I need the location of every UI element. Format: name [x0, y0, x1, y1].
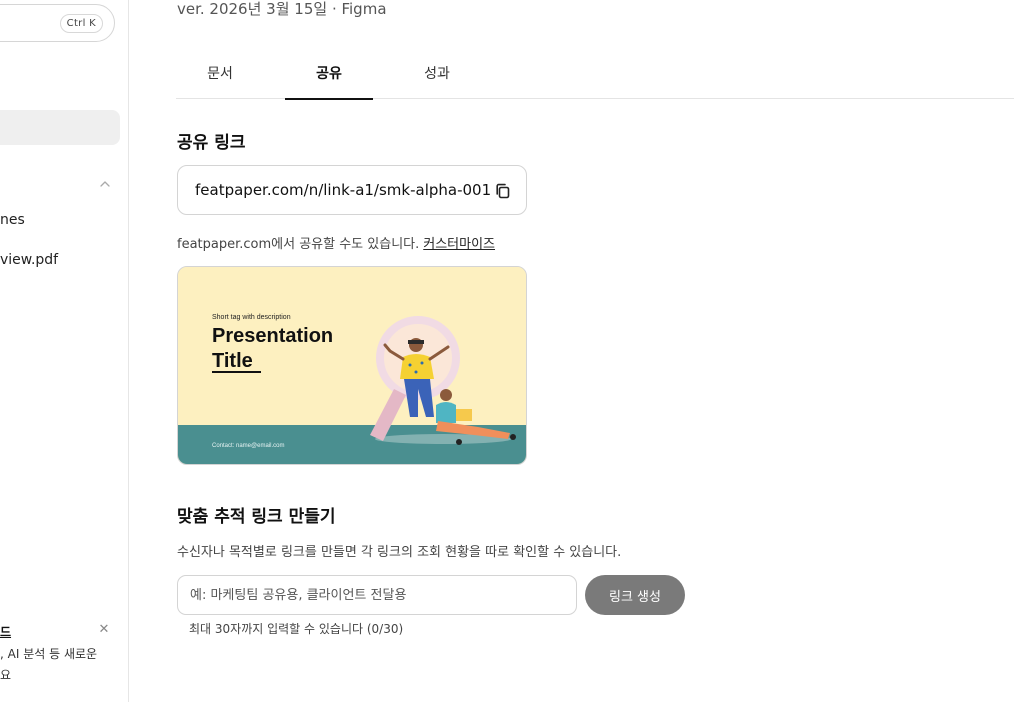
main-content: ver. 2026년 3월 15일 · Figma 문서 공유 성과 공유 링크… [129, 0, 1014, 702]
preview-contact: Contact: name@email.com [212, 443, 284, 449]
promo-body: , AI 분석 등 새로운 요 [0, 644, 126, 686]
promo-line: 요 [0, 668, 12, 682]
preview-tag: Short tag with description [212, 314, 291, 321]
preview-thumbnail: Short tag with description Presentation … [178, 267, 526, 464]
tab-bar: 문서 공유 성과 [176, 50, 1014, 100]
chevron-up-icon[interactable] [99, 178, 111, 190]
customize-link[interactable]: 커스터마이즈 [423, 237, 495, 252]
sidebar-item-active[interactable] [0, 110, 120, 145]
share-helper-text: featpaper.com에서 공유할 수도 있습니다. 커스터마이즈 [177, 233, 495, 252]
document-preview-card[interactable]: Short tag with description Presentation … [177, 266, 527, 465]
promo-line: , AI 분석 등 새로운 [0, 647, 98, 661]
close-icon[interactable]: ✕ [98, 623, 110, 636]
share-helper-label: featpaper.com에서 공유할 수도 있습니다. [177, 237, 420, 252]
tracking-name-input[interactable] [177, 575, 577, 615]
tracking-link-heading: 맞춤 추적 링크 만들기 [177, 507, 336, 527]
tab-document[interactable]: 문서 [176, 50, 264, 99]
share-link-heading: 공유 링크 [177, 133, 246, 153]
version-label: ver. 2026년 3월 15일 · Figma [177, 0, 387, 18]
search-input[interactable]: Ctrl K [0, 4, 115, 42]
input-character-hint: 최대 30자까지 입력할 수 있습니다 (0/30) [189, 622, 404, 636]
promo-title[interactable]: 드 [0, 623, 11, 640]
sidebar-file-item[interactable]: nes [0, 212, 25, 228]
preview-title-line2: Title [212, 350, 253, 372]
share-link-url[interactable]: featpaper.com/n/link-a1/smk-alpha-001 [195, 181, 491, 199]
tab-share[interactable]: 공유 [285, 50, 373, 100]
share-link-field[interactable]: featpaper.com/n/link-a1/smk-alpha-001 [177, 165, 527, 215]
create-link-button[interactable]: 링크 생성 [585, 575, 685, 615]
sidebar-file-item[interactable]: view.pdf [0, 252, 58, 268]
search-shortcut-badge: Ctrl K [59, 14, 103, 33]
tab-performance[interactable]: 성과 [393, 50, 481, 99]
preview-title-line1: Presentation [212, 325, 333, 347]
tracking-description: 수신자나 목적별로 링크를 만들면 각 링크의 조회 현황을 따로 확인할 수 … [177, 545, 622, 560]
sidebar: Ctrl K nes view.pdf 드 ✕ , AI 분석 등 새로운 요 [0, 0, 129, 702]
copy-icon[interactable] [494, 182, 512, 200]
